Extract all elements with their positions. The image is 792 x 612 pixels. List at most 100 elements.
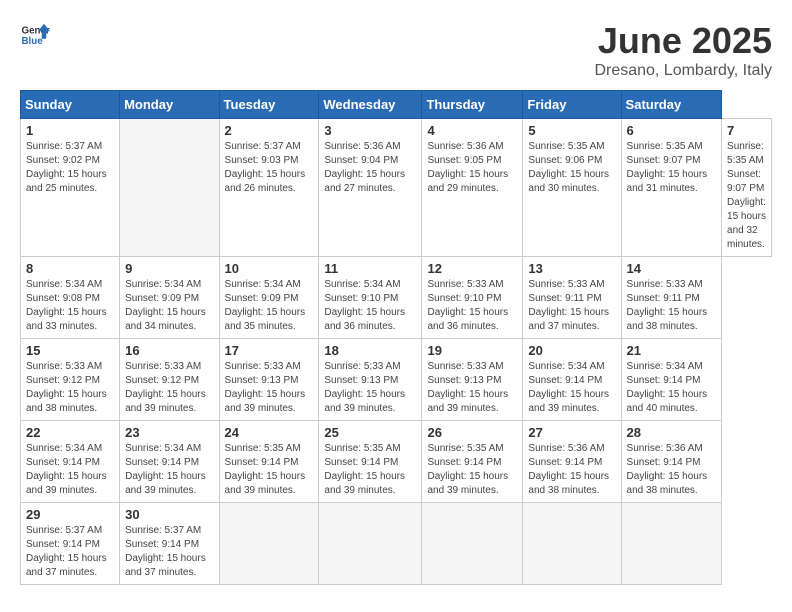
empty-cell-4-3 — [319, 503, 422, 585]
day-detail: Sunrise: 5:33 AMSunset: 9:13 PMDaylight:… — [427, 361, 508, 414]
day-number: 28 — [627, 425, 716, 440]
day-number: 13 — [528, 261, 615, 276]
day-number: 8 — [26, 261, 114, 276]
day-detail: Sunrise: 5:36 AMSunset: 9:14 PMDaylight:… — [528, 443, 609, 496]
day-cell-13: 13 Sunrise: 5:33 AMSunset: 9:11 PMDayligh… — [523, 257, 621, 339]
day-number: 30 — [125, 507, 213, 522]
day-detail: Sunrise: 5:34 AMSunset: 9:10 PMDaylight:… — [324, 279, 405, 332]
day-detail: Sunrise: 5:35 AMSunset: 9:14 PMDaylight:… — [324, 443, 405, 496]
column-header-sunday: Sunday — [21, 91, 120, 119]
day-number: 29 — [26, 507, 114, 522]
day-detail: Sunrise: 5:34 AMSunset: 9:14 PMDaylight:… — [125, 443, 206, 496]
day-number: 24 — [225, 425, 314, 440]
day-detail: Sunrise: 5:35 AMSunset: 9:14 PMDaylight:… — [427, 443, 508, 496]
day-detail: Sunrise: 5:33 AMSunset: 9:11 PMDaylight:… — [627, 279, 708, 332]
column-header-wednesday: Wednesday — [319, 91, 422, 119]
day-number: 23 — [125, 425, 213, 440]
logo: General Blue — [20, 20, 50, 50]
day-detail: Sunrise: 5:35 AMSunset: 9:06 PMDaylight:… — [528, 141, 609, 194]
day-cell-17: 17 Sunrise: 5:33 AMSunset: 9:13 PMDayligh… — [219, 339, 319, 421]
day-cell-15: 15 Sunrise: 5:33 AMSunset: 9:12 PMDayligh… — [21, 339, 120, 421]
day-cell-19: 19 Sunrise: 5:33 AMSunset: 9:13 PMDayligh… — [422, 339, 523, 421]
day-detail: Sunrise: 5:36 AMSunset: 9:05 PMDaylight:… — [427, 141, 508, 194]
day-number: 27 — [528, 425, 615, 440]
day-detail: Sunrise: 5:33 AMSunset: 9:10 PMDaylight:… — [427, 279, 508, 332]
logo-icon: General Blue — [20, 20, 50, 50]
day-detail: Sunrise: 5:35 AMSunset: 9:07 PMDaylight:… — [727, 141, 766, 250]
column-header-friday: Friday — [523, 91, 621, 119]
location-title: Dresano, Lombardy, Italy — [594, 62, 772, 80]
day-cell-11: 11 Sunrise: 5:34 AMSunset: 9:10 PMDayligh… — [319, 257, 422, 339]
day-cell-14: 14 Sunrise: 5:33 AMSunset: 9:11 PMDayligh… — [621, 257, 721, 339]
day-number: 14 — [627, 261, 716, 276]
week-row-4: 29 Sunrise: 5:37 AMSunset: 9:14 PMDayligh… — [21, 503, 772, 585]
svg-text:Blue: Blue — [22, 36, 44, 47]
day-number: 20 — [528, 343, 615, 358]
empty-cell-4-4 — [422, 503, 523, 585]
week-row-0: 1 Sunrise: 5:37 AMSunset: 9:02 PMDaylight… — [21, 119, 772, 257]
day-cell-12: 12 Sunrise: 5:33 AMSunset: 9:10 PMDayligh… — [422, 257, 523, 339]
day-number: 2 — [225, 123, 314, 138]
day-number: 9 — [125, 261, 213, 276]
day-detail: Sunrise: 5:34 AMSunset: 9:14 PMDaylight:… — [528, 361, 609, 414]
day-cell-6: 6 Sunrise: 5:35 AMSunset: 9:07 PMDaylight… — [621, 119, 721, 257]
day-number: 15 — [26, 343, 114, 358]
empty-cell-0-0 — [120, 119, 219, 257]
day-cell-3: 3Sunrise: 5:36 AMSunset: 9:04 PMDaylight… — [319, 119, 422, 257]
day-detail: Sunrise: 5:35 AMSunset: 9:07 PMDaylight:… — [627, 141, 708, 194]
day-number: 22 — [26, 425, 114, 440]
column-header-saturday: Saturday — [621, 91, 721, 119]
day-detail: Sunrise: 5:33 AMSunset: 9:12 PMDaylight:… — [125, 361, 206, 414]
day-number: 18 — [324, 343, 416, 358]
day-cell-9: 9 Sunrise: 5:34 AMSunset: 9:09 PMDaylight… — [120, 257, 219, 339]
day-detail: Sunrise: 5:37 AMSunset: 9:02 PMDaylight:… — [26, 141, 107, 194]
day-cell-23: 23 Sunrise: 5:34 AMSunset: 9:14 PMDayligh… — [120, 421, 219, 503]
day-cell-2: 2Sunrise: 5:37 AMSunset: 9:03 PMDaylight… — [219, 119, 319, 257]
column-header-thursday: Thursday — [422, 91, 523, 119]
day-detail: Sunrise: 5:34 AMSunset: 9:09 PMDaylight:… — [225, 279, 306, 332]
day-detail: Sunrise: 5:37 AMSunset: 9:14 PMDaylight:… — [26, 525, 107, 578]
day-number: 5 — [528, 123, 615, 138]
day-number: 19 — [427, 343, 517, 358]
day-cell-24: 24 Sunrise: 5:35 AMSunset: 9:14 PMDayligh… — [219, 421, 319, 503]
day-detail: Sunrise: 5:33 AMSunset: 9:12 PMDaylight:… — [26, 361, 107, 414]
day-cell-30: 30 Sunrise: 5:37 AMSunset: 9:14 PMDayligh… — [120, 503, 219, 585]
day-cell-26: 26 Sunrise: 5:35 AMSunset: 9:14 PMDayligh… — [422, 421, 523, 503]
empty-cell-4-5 — [523, 503, 621, 585]
month-title: June 2025 — [594, 20, 772, 62]
day-detail: Sunrise: 5:34 AMSunset: 9:14 PMDaylight:… — [26, 443, 107, 496]
day-cell-8: 8Sunrise: 5:34 AMSunset: 9:08 PMDaylight… — [21, 257, 120, 339]
empty-cell-4-6 — [621, 503, 721, 585]
day-number: 11 — [324, 261, 416, 276]
day-detail: Sunrise: 5:35 AMSunset: 9:14 PMDaylight:… — [225, 443, 306, 496]
day-number: 12 — [427, 261, 517, 276]
day-detail: Sunrise: 5:36 AMSunset: 9:14 PMDaylight:… — [627, 443, 708, 496]
day-detail: Sunrise: 5:33 AMSunset: 9:13 PMDaylight:… — [324, 361, 405, 414]
day-number: 1 — [26, 123, 114, 138]
day-detail: Sunrise: 5:33 AMSunset: 9:11 PMDaylight:… — [528, 279, 609, 332]
calendar-table: SundayMondayTuesdayWednesdayThursdayFrid… — [20, 90, 772, 585]
day-number: 26 — [427, 425, 517, 440]
day-cell-28: 28 Sunrise: 5:36 AMSunset: 9:14 PMDayligh… — [621, 421, 721, 503]
day-detail: Sunrise: 5:37 AMSunset: 9:14 PMDaylight:… — [125, 525, 206, 578]
week-row-3: 22 Sunrise: 5:34 AMSunset: 9:14 PMDayligh… — [21, 421, 772, 503]
day-number: 10 — [225, 261, 314, 276]
day-cell-25: 25Sunrise: 5:35 AMSunset: 9:14 PMDayligh… — [319, 421, 422, 503]
day-cell-7: 7 Sunrise: 5:35 AMSunset: 9:07 PMDaylight… — [722, 119, 772, 257]
day-cell-22: 22 Sunrise: 5:34 AMSunset: 9:14 PMDayligh… — [21, 421, 120, 503]
title-area: June 2025 Dresano, Lombardy, Italy — [594, 20, 772, 80]
day-number: 4 — [427, 123, 517, 138]
day-detail: Sunrise: 5:34 AMSunset: 9:09 PMDaylight:… — [125, 279, 206, 332]
day-detail: Sunrise: 5:36 AMSunset: 9:04 PMDaylight:… — [324, 141, 405, 194]
day-number: 17 — [225, 343, 314, 358]
day-number: 7 — [727, 123, 766, 138]
day-cell-29: 29 Sunrise: 5:37 AMSunset: 9:14 PMDayligh… — [21, 503, 120, 585]
week-row-2: 15 Sunrise: 5:33 AMSunset: 9:12 PMDayligh… — [21, 339, 772, 421]
column-header-monday: Monday — [120, 91, 219, 119]
day-detail: Sunrise: 5:34 AMSunset: 9:14 PMDaylight:… — [627, 361, 708, 414]
day-cell-18: 18 Sunrise: 5:33 AMSunset: 9:13 PMDayligh… — [319, 339, 422, 421]
day-number: 6 — [627, 123, 716, 138]
day-cell-16: 16Sunrise: 5:33 AMSunset: 9:12 PMDayligh… — [120, 339, 219, 421]
day-detail: Sunrise: 5:33 AMSunset: 9:13 PMDaylight:… — [225, 361, 306, 414]
header: General Blue June 2025 Dresano, Lombardy… — [20, 20, 772, 80]
